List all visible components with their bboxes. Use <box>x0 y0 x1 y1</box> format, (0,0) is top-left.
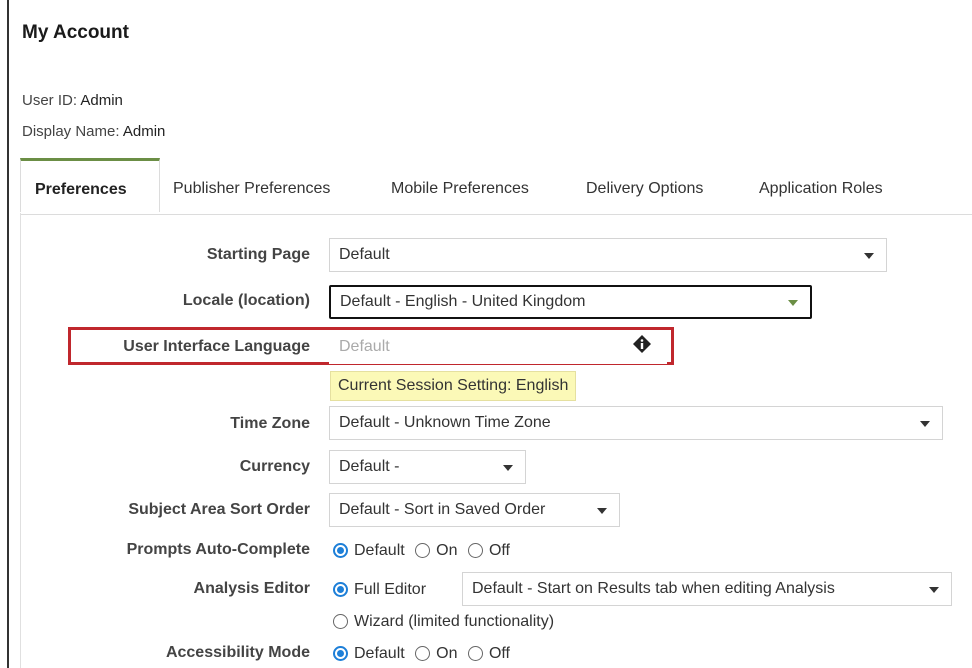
sort-order-label: Subject Area Sort Order <box>128 501 310 518</box>
prompts-on-radio[interactable] <box>415 543 431 558</box>
accessibility-mode-radios: Default On Off <box>333 642 516 666</box>
accessibility-on-radio[interactable] <box>415 646 431 661</box>
tab-publisher-preferences[interactable]: Publisher Preferences <box>173 158 330 213</box>
analysis-editor-label: Analysis Editor <box>193 580 310 597</box>
user-id-value: Admin <box>80 92 123 109</box>
chevron-down-icon <box>597 508 607 514</box>
display-name-label: Display Name: <box>22 123 120 140</box>
sort-order-value: Default - Sort in Saved Order <box>339 501 546 518</box>
analysis-editor-default-value: Default - Start on Results tab when edit… <box>472 580 835 597</box>
ui-language-select[interactable]: Default <box>329 330 667 364</box>
wizard-radio[interactable] <box>333 614 348 629</box>
tab-application-roles[interactable]: Application Roles <box>759 158 883 213</box>
tab-preferences[interactable]: Preferences <box>20 158 160 212</box>
display-name-line: Display Name: Admin <box>22 123 165 140</box>
chevron-down-icon <box>788 300 798 306</box>
prompts-off-radio[interactable] <box>467 543 483 558</box>
time-zone-value: Default - Unknown Time Zone <box>339 414 551 431</box>
prompts-auto-complete-label: Prompts Auto-Complete <box>126 541 310 558</box>
tab-mobile-preferences[interactable]: Mobile Preferences <box>391 158 529 213</box>
full-editor-radio[interactable] <box>333 582 348 597</box>
left-border <box>7 0 9 668</box>
analysis-wizard-row: Wizard (limited functionality) <box>333 610 560 634</box>
locale-select[interactable]: Default - English - United Kingdom <box>329 285 812 319</box>
currency-label: Currency <box>239 458 310 475</box>
sort-order-select[interactable]: Default - Sort in Saved Order <box>329 493 620 527</box>
prompts-on-label: On <box>436 542 458 559</box>
accessibility-on-label: On <box>436 645 458 662</box>
chevron-down-icon <box>929 587 939 593</box>
chevron-down-icon <box>864 253 874 259</box>
prompts-auto-complete-radios: Default On Off <box>333 539 516 563</box>
accessibility-default-radio[interactable] <box>333 646 348 661</box>
locale-value: Default - English - United Kingdom <box>340 293 586 310</box>
display-name-value: Admin <box>122 123 166 140</box>
analysis-editor-default-select[interactable]: Default - Start on Results tab when edit… <box>462 572 952 606</box>
currency-value: Default - <box>339 458 400 475</box>
accessibility-off-radio[interactable] <box>467 646 483 661</box>
user-id-label: User ID: <box>22 92 78 109</box>
currency-select[interactable]: Default - <box>329 450 526 484</box>
starting-page-select[interactable]: Default <box>329 238 887 272</box>
tab-delivery-options[interactable]: Delivery Options <box>586 158 703 213</box>
time-zone-select[interactable]: Default - Unknown Time Zone <box>329 406 943 440</box>
chevron-down-icon <box>920 421 930 427</box>
ui-language-placeholder: Default <box>339 338 390 355</box>
info-icon[interactable] <box>632 334 652 354</box>
session-setting-note: Current Session Setting: English <box>330 371 577 401</box>
starting-page-label: Starting Page <box>206 246 310 263</box>
prompts-default-label: Default <box>354 542 405 559</box>
locale-label: Locale (location) <box>182 292 310 309</box>
accessibility-off-label: Off <box>488 645 510 662</box>
accessibility-mode-label: Accessibility Mode <box>165 644 310 661</box>
prompts-default-radio[interactable] <box>333 543 348 558</box>
time-zone-label: Time Zone <box>230 415 310 432</box>
accessibility-default-label: Default <box>354 645 405 662</box>
page-title: My Account <box>22 22 129 43</box>
prompts-off-label: Off <box>488 542 510 559</box>
full-editor-label: Full Editor <box>354 581 427 598</box>
user-id-line: User ID: Admin <box>22 92 123 109</box>
wizard-label: Wizard (limited functionality) <box>354 613 555 630</box>
starting-page-value: Default <box>339 246 390 263</box>
analysis-full-editor-row: Full Editor <box>333 578 432 602</box>
tab-bar: Preferences Publisher Preferences Mobile… <box>20 158 972 215</box>
chevron-down-icon <box>503 465 513 471</box>
ui-language-label: User Interface Language <box>123 338 310 355</box>
